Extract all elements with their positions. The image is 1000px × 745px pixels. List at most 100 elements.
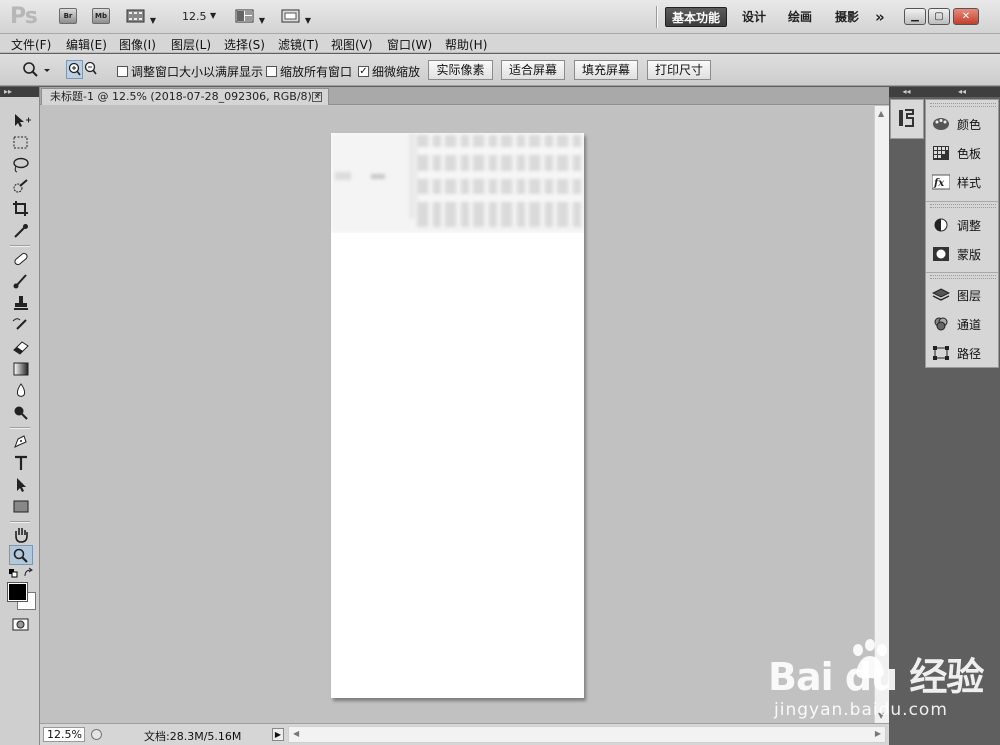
marquee-tool[interactable] [9,133,33,153]
scroll-down-icon[interactable]: ▼ [878,711,884,720]
gradient-tool[interactable] [9,359,33,379]
paths-icon [933,346,949,360]
panel-masks[interactable]: 蒙版 [932,242,998,266]
print-size-button[interactable]: 打印尺寸 [647,60,711,80]
close-button[interactable]: ✕ [953,8,979,25]
panel-color[interactable]: 颜色 [932,112,998,136]
panel-swatches[interactable]: 色板 [932,141,998,165]
menu-file[interactable]: 文件(F) [11,36,51,53]
scroll-up-icon[interactable]: ▲ [878,109,884,118]
panel-paths[interactable]: 路径 [932,341,998,365]
checkbox-box[interactable] [266,66,277,77]
minimize-button[interactable]: ▁ [904,8,926,25]
panel-channels[interactable]: 通道 [932,312,998,336]
color-controls[interactable] [9,567,33,581]
zoom-in-button[interactable] [66,60,83,79]
gradient-icon [13,362,29,376]
history-brush-tool[interactable] [9,315,33,335]
panel-styles[interactable]: fx 样式 [932,170,998,194]
brush-tool[interactable] [9,271,33,291]
menu-view[interactable]: 视图(V) [331,36,373,53]
document-tab[interactable]: 未标题-1 @ 12.5% (2018-07-28_092306, RGB/8)… [41,88,329,105]
workspace-essentials[interactable]: 基本功能 [665,7,728,27]
healing-brush-tool[interactable] [9,249,33,269]
vertical-scrollbar[interactable]: ▲ ▼ [874,106,889,723]
options-bar: 调整窗口大小以满屏显示 缩放所有窗口 ✓ 细微缩放 实际像素 适合屏幕 填充屏幕… [0,54,1000,86]
hand-tool[interactable] [9,525,33,545]
document-canvas[interactable] [331,133,584,698]
status-icon[interactable] [91,729,102,740]
more-workspaces-button[interactable]: » [869,7,891,27]
dodge-tool[interactable] [9,403,33,423]
foreground-color-swatch[interactable] [7,582,28,602]
eyedropper-tool[interactable] [9,221,33,241]
blur-tool[interactable] [9,381,33,401]
collapse-icon[interactable]: ▸▸ [0,87,39,97]
crop-tool[interactable] [9,199,33,219]
quick-selection-tool[interactable] [9,177,33,197]
menu-layer[interactable]: 图层(L) [171,36,211,53]
view-extras-button[interactable]: ▼ [126,8,160,25]
document-area: 未标题-1 @ 12.5% (2018-07-28_092306, RGB/8)… [40,87,889,723]
canvas-blank-area [331,233,584,698]
checkbox-label: 缩放所有窗口 [280,65,353,79]
screen-mode-button[interactable]: ▼ [281,8,315,25]
zoom-all-windows-checkbox[interactable]: 缩放所有窗口 [266,63,352,80]
zoom-field[interactable]: 12.5% [43,727,85,742]
workspace-painting[interactable]: 绘画 [782,7,818,27]
scroll-left-icon[interactable]: ◀ [293,729,299,738]
path-selection-tool[interactable] [9,475,33,495]
fit-screen-button[interactable]: 适合屏幕 [501,60,565,80]
maximize-button[interactable]: ▢ [928,8,950,25]
fill-screen-button[interactable]: 填充屏幕 [574,60,638,80]
quick-mask-button[interactable] [9,615,33,635]
eraser-tool[interactable] [9,337,33,357]
menu-edit[interactable]: 编辑(E) [66,36,107,53]
zoom-level-value[interactable]: 12.5 [182,10,207,23]
shape-tool[interactable] [9,497,33,517]
menu-window[interactable]: 窗口(W) [387,36,432,53]
panel-label: 样式 [957,175,982,190]
checkbox-label: 调整窗口大小以满屏显示 [131,65,264,79]
canvas-image-content [335,172,351,180]
lasso-tool[interactable] [9,155,33,175]
horizontal-scrollbar[interactable]: ◀ ▶ [288,726,886,743]
close-icon[interactable]: × [312,92,322,102]
chevron-down-icon[interactable]: ▼ [210,11,216,20]
panel-grip[interactable] [930,204,996,208]
canvas-viewport[interactable] [40,106,874,723]
history-panel-button[interactable] [890,99,924,139]
zoom-out-button[interactable] [83,60,100,79]
checkbox-box[interactable] [117,66,128,77]
menu-select[interactable]: 选择(S) [224,36,265,53]
collapse-dock-icon[interactable]: ◂◂ [924,87,1000,97]
mini-bridge-button[interactable]: Mb [92,8,110,24]
menu-image[interactable]: 图像(I) [119,36,156,53]
scrubby-zoom-checkbox[interactable]: ✓ 细微缩放 [358,63,420,80]
checkmark-icon[interactable]: ✓ [358,66,369,77]
pen-tool[interactable] [9,431,33,451]
document-title: 未标题-1 @ 12.5% (2018-07-28_092306, RGB/8)… [50,90,321,103]
menu-filter[interactable]: 滤镜(T) [278,36,319,53]
clone-stamp-tool[interactable] [9,293,33,313]
panel-adjustments[interactable]: 调整 [932,213,998,237]
bridge-button[interactable]: Br [59,8,77,24]
scroll-right-icon[interactable]: ▶ [875,729,881,738]
stamp-icon [14,296,28,310]
panel-grip[interactable] [930,103,996,107]
panel-layers[interactable]: 图层 [932,283,998,307]
expand-dock-icon[interactable]: ◂◂ [889,87,924,97]
panel-grip[interactable] [930,275,996,279]
menu-help[interactable]: 帮助(H) [445,36,487,53]
status-menu-arrow-icon[interactable]: ▶ [272,728,284,741]
zoom-tool[interactable] [9,545,33,565]
divider [926,201,998,202]
workspace-photography[interactable]: 摄影 [829,7,865,27]
actual-pixels-button[interactable]: 实际像素 [428,60,493,80]
tool-preset-picker[interactable] [20,60,54,80]
resize-windows-checkbox[interactable]: 调整窗口大小以满屏显示 [117,63,263,80]
type-tool[interactable] [9,453,33,473]
move-tool[interactable] [9,111,33,131]
arrange-documents-button[interactable]: ▼ [235,8,269,25]
workspace-design[interactable]: 设计 [736,7,772,27]
